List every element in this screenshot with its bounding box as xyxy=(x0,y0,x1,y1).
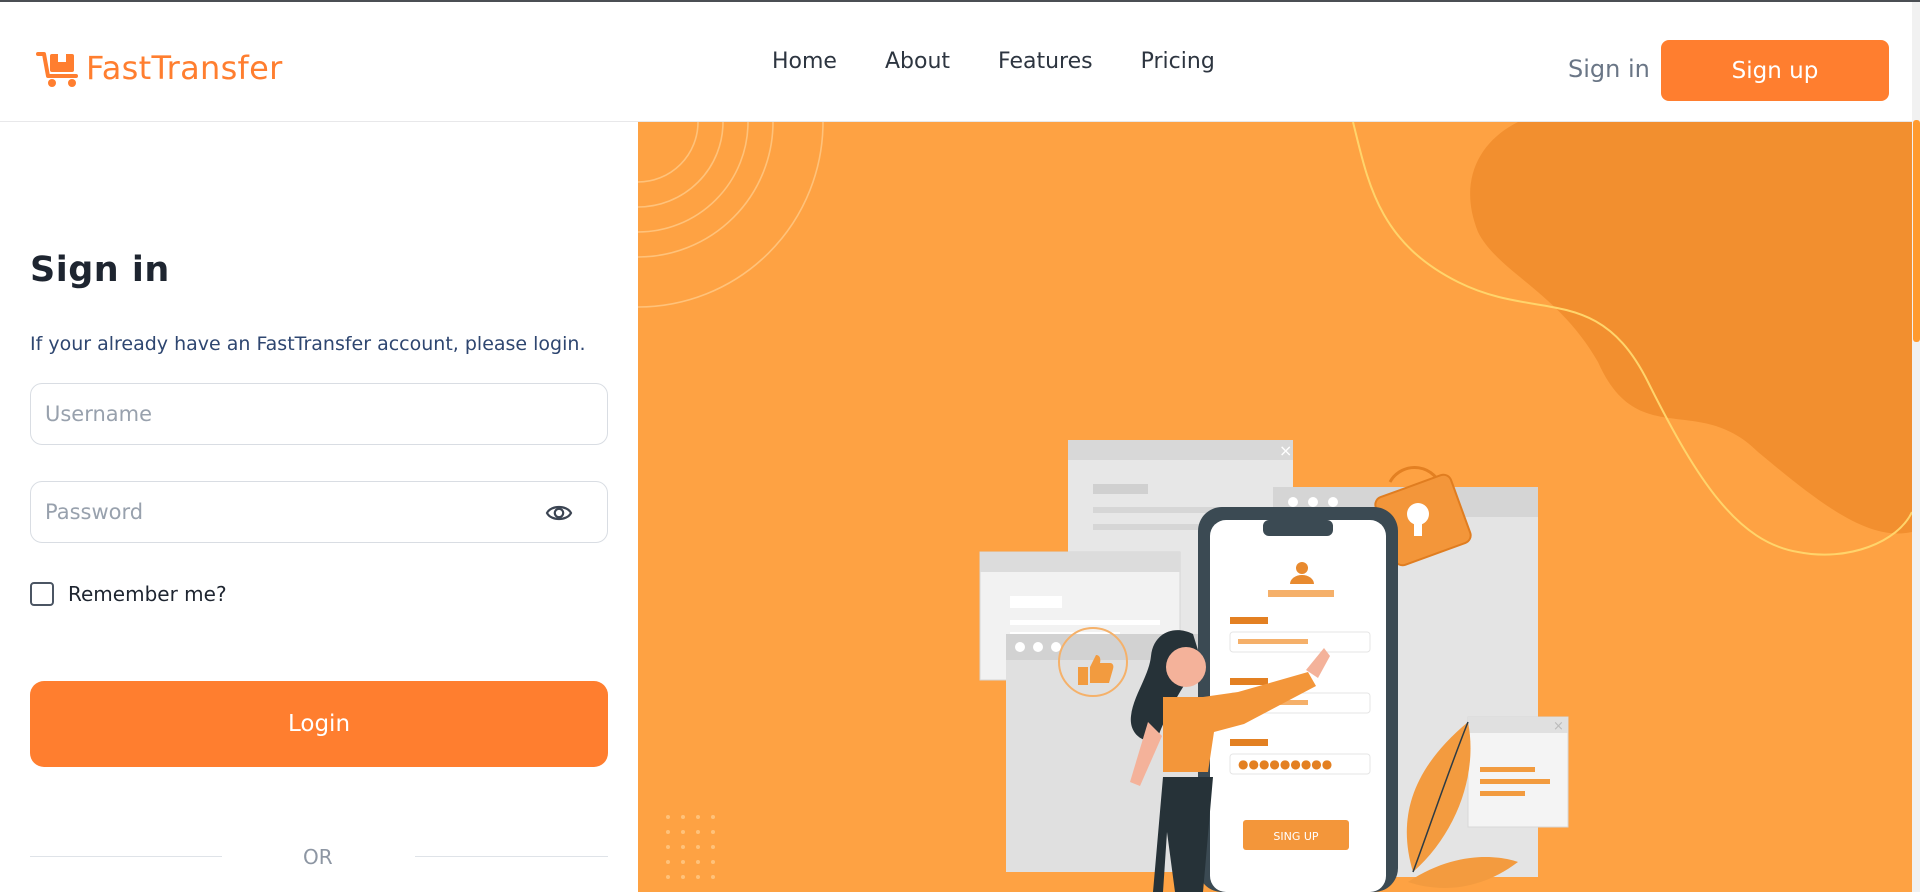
svg-text:×: × xyxy=(1279,441,1292,460)
svg-text:●●●●●●●●●: ●●●●●●●●● xyxy=(1238,757,1332,771)
eye-icon[interactable] xyxy=(545,500,573,526)
cart-icon xyxy=(36,48,82,88)
form-subtitle: If your already have an FastTransfer acc… xyxy=(30,333,586,355)
nav-about[interactable]: About xyxy=(885,49,950,74)
blob-shape xyxy=(1470,122,1912,534)
password-input[interactable] xyxy=(31,482,607,542)
divider-right xyxy=(415,856,608,857)
divider-left xyxy=(30,856,222,857)
concentric-arcs xyxy=(638,122,824,308)
remember-me: Remember me? xyxy=(30,582,227,606)
remember-me-label: Remember me? xyxy=(68,582,227,606)
login-button[interactable]: Login xyxy=(30,681,608,767)
phone-signup-label: SING UP xyxy=(1273,830,1319,843)
hero-illustration-panel: × × ●●●●●●●●● SING UP xyxy=(638,122,1912,892)
top-navbar: FastTransfer Home About Features Pricing… xyxy=(0,2,1912,122)
username-field xyxy=(30,383,608,445)
svg-text:×: × xyxy=(1553,719,1564,734)
form-title: Sign in xyxy=(30,250,170,290)
header-sign-in-button[interactable]: Sign in xyxy=(1568,55,1650,83)
brand-name: FastTransfer xyxy=(86,49,283,87)
nav-pricing[interactable]: Pricing xyxy=(1141,49,1215,74)
nav-features[interactable]: Features xyxy=(998,49,1093,74)
sign-in-form-panel: Sign in If your already have an FastTran… xyxy=(0,122,638,892)
remember-me-checkbox[interactable] xyxy=(30,582,54,606)
username-input[interactable] xyxy=(31,384,607,444)
or-divider-text: OR xyxy=(303,845,333,869)
dot-grid xyxy=(666,815,715,879)
nav-home[interactable]: Home xyxy=(772,49,837,74)
popup-window-right: × xyxy=(1467,716,1569,828)
main-nav: Home About Features Pricing xyxy=(772,49,1215,74)
signup-illustration: × × ●●●●●●●●● SING UP xyxy=(638,122,1912,892)
scrollbar-thumb[interactable] xyxy=(1913,120,1920,342)
header-sign-up-button[interactable]: Sign up xyxy=(1661,40,1889,101)
brand-logo[interactable]: FastTransfer xyxy=(36,48,283,88)
password-field xyxy=(30,481,608,543)
